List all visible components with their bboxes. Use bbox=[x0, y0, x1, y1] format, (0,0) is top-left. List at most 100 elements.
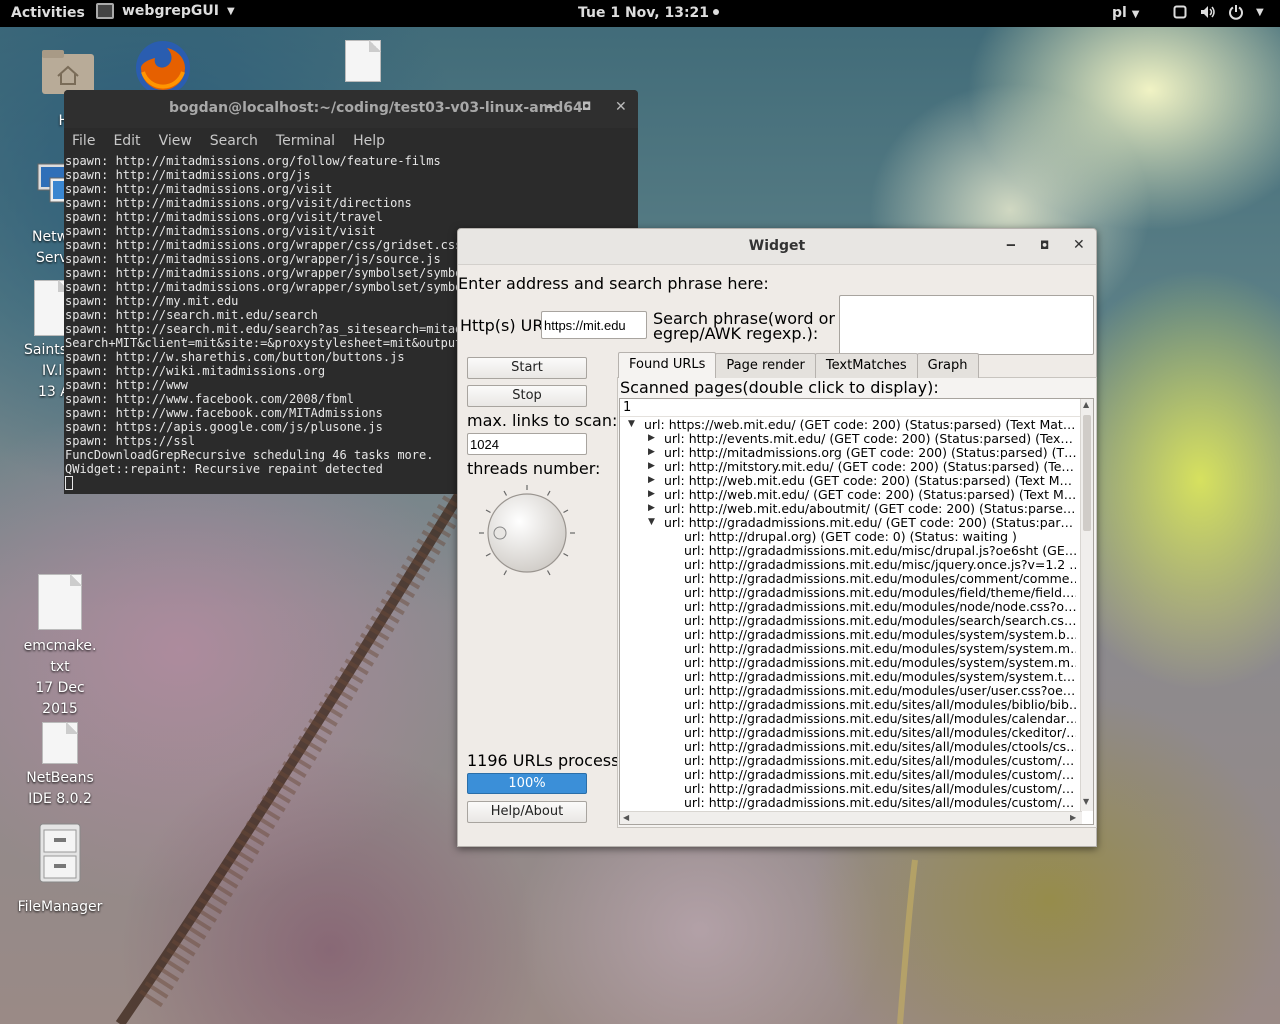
desktop-icon-filemanager[interactable]: FileManager bbox=[14, 822, 106, 918]
desktop-icon-label: emcmake. bbox=[23, 638, 97, 654]
desktop-icon-emcmake[interactable]: emcmake. txt 17 Dec 2015 bbox=[20, 574, 100, 720]
desktop-icon-label: NetBeans bbox=[26, 770, 94, 786]
close-icon[interactable]: ✕ bbox=[1073, 237, 1085, 253]
tree-row[interactable]: url: http://gradadmissions.mit.edu/sites… bbox=[684, 698, 1076, 712]
tree-row[interactable]: url: http://events.mit.edu/ (GET code: 2… bbox=[664, 432, 1076, 446]
search-phrase-input[interactable] bbox=[839, 295, 1094, 355]
tree-row[interactable]: url: http://gradadmissions.mit.edu/sites… bbox=[684, 726, 1076, 740]
widget-titlebar[interactable]: Widget ‒ ◘ ✕ bbox=[458, 229, 1096, 265]
keyboard-layout-indicator[interactable]: pl ▼ bbox=[1112, 5, 1139, 21]
tree-row[interactable]: url: http://gradadmissions.mit.edu/sites… bbox=[684, 796, 1076, 810]
max-links-input[interactable] bbox=[467, 433, 587, 455]
tree-row[interactable]: url: http://gradadmissions.mit.edu/modul… bbox=[684, 670, 1076, 684]
scroll-down-icon[interactable]: ▼ bbox=[1083, 797, 1089, 806]
expand-down-icon[interactable]: ▼ bbox=[628, 419, 635, 429]
expand-right-icon[interactable]: ▶ bbox=[648, 433, 655, 443]
menu-file[interactable]: File bbox=[72, 133, 95, 149]
desktop-icon-netbeans[interactable]: NetBeans IDE 8.0.2 bbox=[20, 722, 100, 810]
tree-row[interactable]: url: http://gradadmissions.mit.edu/modul… bbox=[684, 656, 1076, 670]
tree-row[interactable]: url: http://gradadmissions.mit.edu/sites… bbox=[684, 740, 1076, 754]
tree-row[interactable]: url: http://gradadmissions.mit.edu/misc/… bbox=[684, 544, 1076, 558]
expand-down-icon[interactable]: ▼ bbox=[648, 517, 655, 527]
tree-row[interactable]: url: http://gradadmissions.mit.edu/modul… bbox=[684, 614, 1076, 628]
maximize-icon[interactable]: ◘ bbox=[1040, 239, 1049, 252]
menu-help[interactable]: Help bbox=[353, 133, 385, 149]
tab-graph[interactable]: Graph bbox=[916, 353, 979, 378]
tree-row[interactable]: url: http://mitadmissions.org (GET code:… bbox=[664, 446, 1076, 460]
menu-search[interactable]: Search bbox=[210, 133, 258, 149]
scroll-left-icon[interactable]: ◀ bbox=[623, 813, 629, 822]
tree-vertical-scrollbar[interactable]: ▲ ▼ bbox=[1080, 399, 1093, 811]
desktop-icon-label: 2015 bbox=[42, 701, 78, 717]
expand-right-icon[interactable]: ▶ bbox=[648, 503, 655, 513]
found-urls-tree[interactable]: 1 ▲ ▼ ◀ ▶ url: https://web.mit.edu/ (GET… bbox=[619, 398, 1094, 825]
menu-terminal[interactable]: Terminal bbox=[276, 133, 335, 149]
search-phrase-label-2: egrep/AWK regexp.): bbox=[653, 324, 819, 343]
desktop-icon-label: 17 Dec bbox=[35, 680, 85, 696]
tree-row[interactable]: url: http://gradadmissions.mit.edu/sites… bbox=[684, 768, 1076, 782]
prompt-label: Enter address and search phrase here: bbox=[458, 274, 769, 293]
tree-row[interactable]: url: http://gradadmissions.mit.edu/misc/… bbox=[684, 558, 1076, 572]
tree-row[interactable]: url: http://gradadmissions.mit.edu/sites… bbox=[684, 782, 1076, 796]
file-cabinet-icon bbox=[39, 823, 81, 883]
terminal-titlebar[interactable]: bogdan@localhost:~/coding/test03-v03-lin… bbox=[64, 90, 638, 128]
url-input[interactable] bbox=[541, 311, 647, 339]
tab-textmatches[interactable]: TextMatches bbox=[814, 353, 918, 378]
terminal-line: spawn: http://mitadmissions.org/follow/f… bbox=[65, 154, 441, 168]
tree-row[interactable]: url: http://gradadmissions.mit.edu/modul… bbox=[684, 572, 1076, 586]
tree-row[interactable]: url: http://gradadmissions.mit.edu/ (GET… bbox=[664, 516, 1076, 530]
scrollbar-thumb[interactable] bbox=[1083, 415, 1091, 531]
minimize-icon[interactable]: ‒ bbox=[1006, 237, 1016, 253]
firefox-icon bbox=[136, 41, 190, 95]
expand-right-icon[interactable]: ▶ bbox=[648, 461, 655, 471]
maximize-icon[interactable]: ◘ bbox=[582, 100, 591, 113]
tree-row[interactable]: url: https://web.mit.edu/ (GET code: 200… bbox=[644, 418, 1076, 432]
text-file-icon bbox=[38, 574, 82, 630]
tree-row[interactable]: url: http://gradadmissions.mit.edu/sites… bbox=[684, 712, 1076, 726]
desktop-icon-file[interactable] bbox=[343, 40, 383, 82]
tree-row[interactable]: url: http://gradadmissions.mit.edu/modul… bbox=[684, 684, 1076, 698]
document-icon bbox=[345, 40, 381, 82]
tree-column-header[interactable]: 1 bbox=[620, 399, 1093, 417]
clock[interactable]: Tue 1 Nov, 13:21 bbox=[578, 5, 720, 21]
tree-row[interactable]: url: http://web.mit.edu/aboutmit/ (GET c… bbox=[664, 502, 1076, 516]
close-icon[interactable]: ✕ bbox=[615, 99, 627, 115]
menu-edit[interactable]: Edit bbox=[113, 133, 140, 149]
tree-row[interactable]: url: http://web.mit.edu (GET code: 200) … bbox=[664, 474, 1076, 488]
expand-right-icon[interactable]: ▶ bbox=[648, 447, 655, 457]
tree-row[interactable]: url: http://gradadmissions.mit.edu/modul… bbox=[684, 628, 1076, 642]
tree-row[interactable]: url: http://mitstory.mit.edu/ (GET code:… bbox=[664, 460, 1076, 474]
chevron-down-icon: ▼ bbox=[226, 5, 235, 17]
app-window-icon bbox=[96, 3, 114, 19]
tree-row[interactable]: url: http://gradadmissions.mit.edu/modul… bbox=[684, 642, 1076, 656]
minimize-icon[interactable]: ‒ bbox=[546, 99, 556, 115]
threads-dial[interactable] bbox=[477, 483, 577, 583]
tab-found-urls[interactable]: Found URLs bbox=[618, 352, 717, 378]
top-bar: Activities webgrepGUI ▼ Tue 1 Nov, 13:21… bbox=[0, 0, 1280, 27]
system-tray[interactable]: ▼ bbox=[1172, 4, 1264, 20]
expand-right-icon[interactable]: ▶ bbox=[648, 475, 655, 485]
stop-button[interactable]: Stop bbox=[467, 385, 587, 407]
terminal-line: spawn: http://mitadmissions.org/visit/tr… bbox=[65, 210, 383, 224]
terminal-line: spawn: http://mitadmissions.org/visit/di… bbox=[65, 196, 412, 210]
tree-row[interactable]: url: http://gradadmissions.mit.edu/modul… bbox=[684, 600, 1076, 614]
tree-horizontal-scrollbar[interactable]: ◀ ▶ bbox=[620, 811, 1082, 824]
app-menu[interactable]: webgrepGUI ▼ bbox=[96, 3, 235, 19]
start-button[interactable]: Start bbox=[467, 357, 587, 379]
scroll-up-icon[interactable]: ▲ bbox=[1083, 400, 1089, 409]
tab-page-render[interactable]: Page render bbox=[715, 353, 816, 378]
activities-button[interactable]: Activities bbox=[11, 5, 85, 21]
menu-view[interactable]: View bbox=[159, 133, 192, 149]
terminal-line: spawn: http://mitadmissions.org/visit bbox=[65, 182, 333, 196]
window-switch-icon bbox=[1172, 4, 1188, 20]
tree-row[interactable]: url: http://gradadmissions.mit.edu/modul… bbox=[684, 586, 1076, 600]
tree-row[interactable]: url: http://web.mit.edu/ (GET code: 200)… bbox=[664, 488, 1076, 502]
scroll-right-icon[interactable]: ▶ bbox=[1070, 813, 1076, 822]
terminal-title: bogdan@localhost:~/coding/test03-v03-lin… bbox=[169, 100, 583, 116]
tree-row[interactable]: url: http://drupal.org) (GET code: 0) (S… bbox=[684, 530, 1076, 544]
progress-bar: 100% bbox=[467, 773, 587, 794]
tree-row[interactable]: url: http://gradadmissions.mit.edu/sites… bbox=[684, 754, 1076, 768]
expand-right-icon[interactable]: ▶ bbox=[648, 489, 655, 499]
clock-label: Tue 1 Nov, 13:21 bbox=[578, 5, 710, 21]
help-about-button[interactable]: Help/About bbox=[467, 801, 587, 823]
